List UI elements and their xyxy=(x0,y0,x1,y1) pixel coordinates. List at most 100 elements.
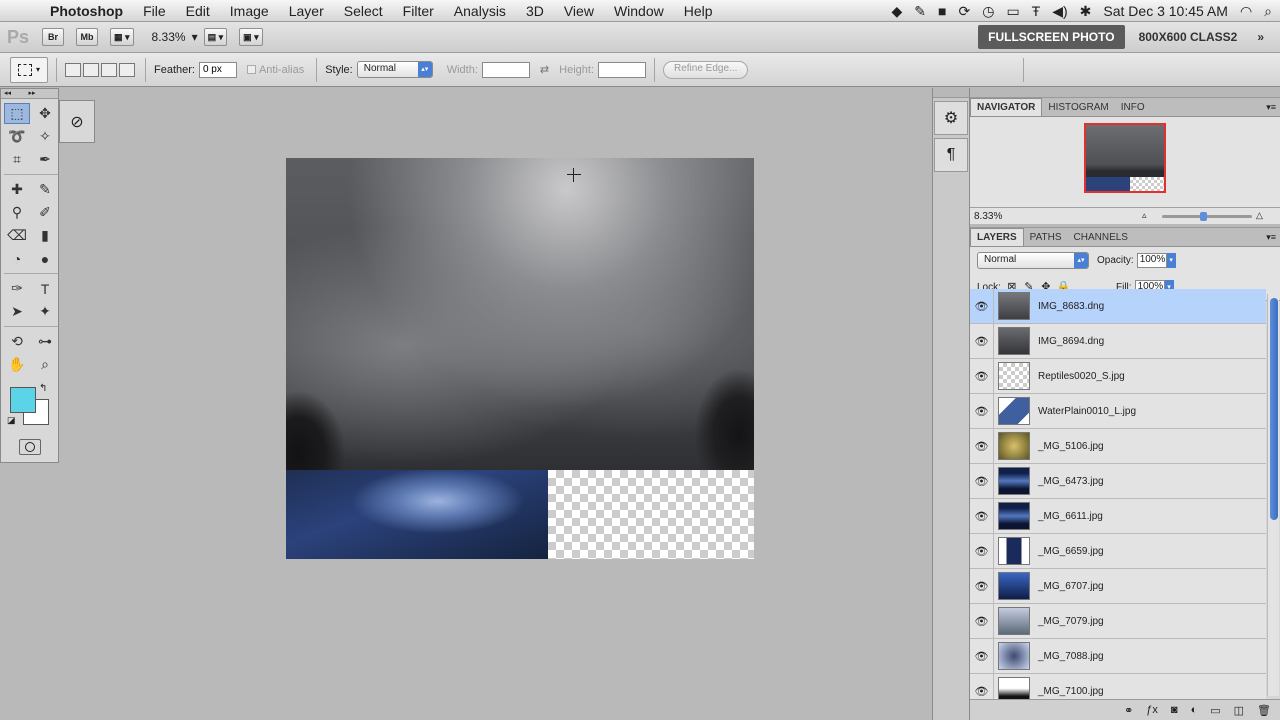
history-brush-tool-icon[interactable]: ✐ xyxy=(32,202,58,223)
layer-thumbnail[interactable] xyxy=(998,572,1030,600)
launch-bridge-button[interactable]: Br xyxy=(42,28,64,46)
layer-style-icon[interactable]: ƒx xyxy=(1146,704,1158,716)
3d-orbit-tool-icon[interactable]: ⊶ xyxy=(32,331,58,352)
layer-thumbnail[interactable] xyxy=(998,607,1030,635)
layer-row[interactable]: 👁 WaterPlain0010_L.jpg xyxy=(970,393,1266,429)
layer-row[interactable]: 👁 IMG_8683.dng xyxy=(970,289,1266,324)
visibility-eye-icon[interactable]: 👁 xyxy=(970,568,994,604)
volume-icon[interactable]: ◀) xyxy=(1052,3,1067,20)
feather-input[interactable] xyxy=(198,61,237,78)
arrange-documents-button[interactable]: ▤ ▾ xyxy=(203,28,228,46)
visibility-eye-icon[interactable]: 👁 xyxy=(970,358,994,394)
zoom-slider[interactable] xyxy=(1162,212,1252,221)
menu-layer[interactable]: Layer xyxy=(279,3,334,19)
layer-name[interactable]: Reptiles0020_S.jpg xyxy=(1038,371,1125,382)
display-icon[interactable]: ▭ xyxy=(1006,3,1019,20)
navigator-thumbnail[interactable] xyxy=(1084,123,1166,193)
layer-name[interactable]: WaterPlain0010_L.jpg xyxy=(1038,406,1136,417)
layer-thumbnail[interactable] xyxy=(998,642,1030,670)
layer-row[interactable]: 👁 IMG_8694.dng xyxy=(970,323,1266,359)
layer-name[interactable]: IMG_8683.dng xyxy=(1038,301,1104,312)
layer-row[interactable]: 👁 _MG_6611.jpg xyxy=(970,498,1266,534)
text-tool-icon[interactable]: Ŧ xyxy=(1032,3,1041,19)
tab-paths[interactable]: PATHS xyxy=(1024,229,1068,246)
new-group-icon[interactable]: ▭ xyxy=(1210,704,1220,717)
visibility-eye-icon[interactable]: 👁 xyxy=(970,323,994,359)
tab-channels[interactable]: CHANNELS xyxy=(1068,229,1134,246)
blur-tool-icon[interactable]: ◔ xyxy=(4,248,30,269)
menu-select[interactable]: Select xyxy=(334,3,393,19)
visibility-eye-icon[interactable]: 👁 xyxy=(970,289,994,324)
zoom-in-icon[interactable]: △ xyxy=(1256,210,1263,221)
layer-row[interactable]: 👁 _MG_6707.jpg xyxy=(970,568,1266,604)
menu-filter[interactable]: Filter xyxy=(393,3,444,19)
panel-menu-icon[interactable]: ▾≡ xyxy=(1266,232,1276,243)
panel-collapse-icon[interactable]: ◂◂ ▸▸ xyxy=(1,89,58,99)
tab-histogram[interactable]: HISTOGRAM xyxy=(1042,99,1114,116)
layer-row[interactable]: 👁 _MG_7100.jpg xyxy=(970,673,1266,699)
screen-mode-button[interactable]: ▣ ▾ xyxy=(239,28,263,46)
menu-edit[interactable]: Edit xyxy=(176,3,220,19)
height-input[interactable] xyxy=(598,61,646,78)
width-input[interactable] xyxy=(481,61,530,78)
black-square-icon[interactable]: ■ xyxy=(938,3,946,19)
workspace-fullscreen-photo[interactable]: FULLSCREEN PHOTO xyxy=(978,25,1125,49)
view-extras-button[interactable]: ▦ ▾ xyxy=(110,28,134,46)
visibility-eye-icon[interactable]: 👁 xyxy=(970,498,994,534)
eyedropper-tool-icon[interactable]: ✒ xyxy=(32,149,58,170)
layers-scrollbar[interactable] xyxy=(1267,294,1279,696)
layer-row[interactable]: 👁 _MG_7088.jpg xyxy=(970,638,1266,674)
clock[interactable]: Sat Dec 3 10:45 AM xyxy=(1103,3,1228,19)
layer-thumbnail[interactable] xyxy=(998,502,1030,530)
layer-row[interactable]: 👁 _MG_6473.jpg xyxy=(970,463,1266,499)
visibility-eye-icon[interactable]: 👁 xyxy=(970,393,994,429)
evernote-icon[interactable]: ✎ xyxy=(914,3,926,20)
spotlight-search-icon[interactable]: ⌕ xyxy=(1264,3,1272,20)
layer-name[interactable]: _MG_6611.jpg xyxy=(1038,511,1103,522)
gradient-tool-icon[interactable]: ▮ xyxy=(32,225,58,246)
layer-name[interactable]: IMG_8694.dng xyxy=(1038,336,1104,347)
zoom-tool-icon[interactable]: ⌕ xyxy=(32,354,58,375)
adjustments-panel-icon[interactable]: ⚙ xyxy=(934,101,968,135)
panel-menu-icon[interactable]: ▾≡ xyxy=(1266,102,1276,113)
layer-name[interactable]: _MG_6473.jpg xyxy=(1038,476,1104,487)
add-mask-icon[interactable]: ◙ xyxy=(1171,704,1178,716)
layer-thumbnail[interactable] xyxy=(998,432,1030,460)
dock-expand-icon[interactable] xyxy=(933,88,969,98)
move-tool-icon[interactable]: ✥ xyxy=(32,103,58,124)
zoom-out-icon[interactable]: ▵ xyxy=(1142,210,1147,221)
refine-edge-button[interactable]: Refine Edge... xyxy=(663,60,749,79)
pen-tool-icon[interactable]: ✑ xyxy=(4,278,30,299)
navigator-zoom-value[interactable]: 8.33% xyxy=(974,211,1002,222)
layer-row[interactable]: 👁 _MG_5106.jpg xyxy=(970,428,1266,464)
clone-stamp-tool-icon[interactable]: ⚲ xyxy=(4,202,30,223)
brush-tool-icon[interactable]: ✎ xyxy=(32,179,58,200)
3d-rotate-tool-icon[interactable]: ⟲ xyxy=(4,331,30,352)
subtract-from-selection-icon[interactable] xyxy=(101,62,117,77)
visibility-eye-icon[interactable]: 👁 xyxy=(970,533,994,569)
rectangular-marquee-tool-icon[interactable]: ⬚ xyxy=(4,103,30,124)
opacity-dropdown-icon[interactable]: ▾ xyxy=(1166,253,1176,268)
menu-image[interactable]: Image xyxy=(220,3,279,19)
time-machine-icon[interactable]: ◷ xyxy=(982,3,994,20)
adjustment-layer-icon[interactable]: ◐ xyxy=(1191,704,1198,716)
dropbox-icon[interactable]: ◆ xyxy=(892,3,903,20)
zoom-level-dropdown[interactable]: 8.33% ▾ xyxy=(152,30,198,44)
hand-tool-icon[interactable]: ✋ xyxy=(4,354,30,375)
layer-thumbnail[interactable] xyxy=(998,677,1030,699)
paragraph-panel-icon[interactable]: ¶ xyxy=(934,138,968,172)
layer-row[interactable]: 👁 _MG_7079.jpg xyxy=(970,603,1266,639)
layer-thumbnail[interactable] xyxy=(998,397,1030,425)
layer-name[interactable]: _MG_7100.jpg xyxy=(1038,686,1104,697)
sync-icon[interactable]: ⟳ xyxy=(958,3,970,20)
visibility-eye-icon[interactable]: 👁 xyxy=(970,638,994,674)
quick-mask-button[interactable] xyxy=(18,439,41,455)
lasso-tool-icon[interactable]: ➰ xyxy=(4,126,30,147)
menu-analysis[interactable]: Analysis xyxy=(444,3,516,19)
layer-name[interactable]: _MG_7088.jpg xyxy=(1038,651,1104,662)
spot-healing-tool-icon[interactable]: ✚ xyxy=(4,179,30,200)
foreground-color-swatch[interactable] xyxy=(10,387,36,413)
app-menu[interactable]: Photoshop xyxy=(40,3,133,19)
menu-view[interactable]: View xyxy=(554,3,604,19)
link-layers-icon[interactable]: ⚭ xyxy=(1124,704,1133,717)
